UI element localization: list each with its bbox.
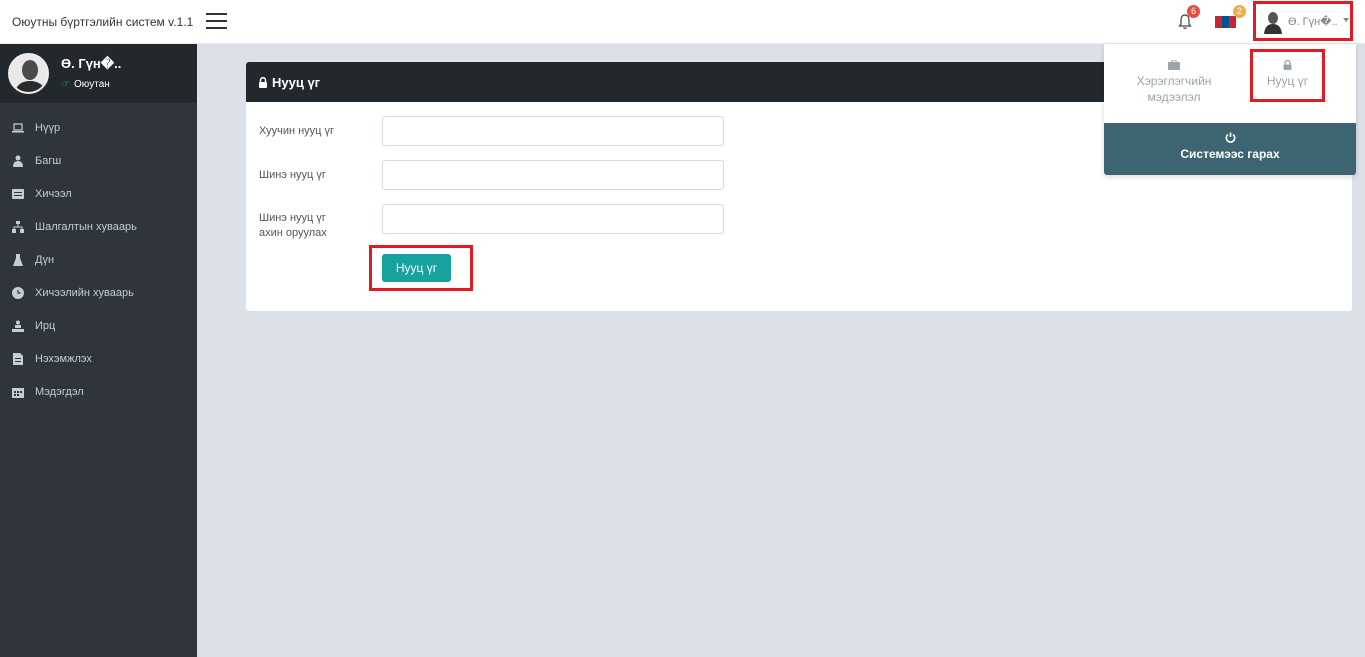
book-icon bbox=[12, 188, 24, 199]
sidebar-item-teacher[interactable]: Багш bbox=[0, 144, 197, 177]
sidebar-item-label: Нэхэмжлэх bbox=[35, 352, 92, 365]
sidebar-item-exam-schedule[interactable]: Шалгалтын хуваарь bbox=[0, 210, 197, 243]
lock-icon bbox=[258, 76, 268, 88]
user-menu-toggle[interactable]: Ө. Гүн�.. bbox=[1253, 1, 1353, 41]
laptop-icon bbox=[12, 122, 24, 133]
sidebar-item-label: Ирц bbox=[35, 319, 56, 332]
top-navbar: Оюутны бүртгэлийн систем v.1.1 6 2 Ө. Гү… bbox=[0, 0, 1365, 44]
user-info-menu-item[interactable]: Хэрэглэгчийн мэдээлэл bbox=[1122, 60, 1226, 105]
sidebar-item-label: Дүн bbox=[35, 253, 55, 266]
profile-role: ☞ Оюутан bbox=[61, 79, 110, 90]
confirm-password-input[interactable] bbox=[382, 204, 724, 234]
sidebar-item-class-schedule[interactable]: Хичээлийн хуваарь bbox=[0, 276, 197, 309]
user-avatar bbox=[1264, 12, 1282, 34]
attendance-icon bbox=[12, 320, 24, 332]
sidebar-item-course[interactable]: Хичээл bbox=[0, 177, 197, 210]
sitemap-icon bbox=[12, 220, 24, 233]
sidebar-item-label: Хичээлийн хуваарь bbox=[35, 286, 134, 299]
sidebar-item-label: Багш bbox=[35, 154, 62, 167]
briefcase-icon bbox=[1168, 60, 1180, 70]
confirm-password-label: Шинэ нууц үг ахин оруулах bbox=[259, 212, 327, 239]
card-title: Нууц үг bbox=[272, 74, 321, 90]
logout-label: Системээс гарах bbox=[1180, 147, 1280, 161]
profile-role-label: Оюутан bbox=[73, 79, 110, 90]
user-info-label: Хэрэглэгчийн мэдээлэл bbox=[1136, 74, 1212, 104]
sidebar: Ө. Гүн�.. ☞ Оюутан Нүүр Багш Хичээл Шалг… bbox=[0, 44, 197, 657]
avatar bbox=[8, 53, 49, 94]
user-dropdown-menu: Хэрэглэгчийн мэдээлэл Нууц үг Системээс … bbox=[1104, 44, 1356, 175]
invoice-icon bbox=[12, 352, 24, 365]
password-menu-label: Нууц үг bbox=[1266, 74, 1309, 88]
hand-point-icon: ☞ bbox=[61, 79, 70, 90]
submit-highlight-frame: Нууц үг bbox=[369, 245, 473, 291]
language-count-badge: 2 bbox=[1233, 5, 1246, 18]
password-menu-item[interactable]: Нууц үг bbox=[1253, 60, 1322, 89]
password-highlight-frame: Нууц үг bbox=[1250, 49, 1325, 102]
notification-count-badge: 6 bbox=[1187, 5, 1200, 18]
user-name: Ө. Гүн�.. bbox=[1288, 16, 1338, 28]
teacher-icon bbox=[12, 155, 24, 167]
hamburger-icon[interactable] bbox=[206, 13, 227, 30]
sidebar-item-home[interactable]: Нүүр bbox=[0, 111, 197, 144]
sidebar-item-grades[interactable]: Дүн bbox=[0, 243, 197, 276]
sidebar-item-invoice[interactable]: Нэхэмжлэх bbox=[0, 342, 197, 375]
sidebar-item-attendance[interactable]: Ирц bbox=[0, 309, 197, 342]
old-password-input[interactable] bbox=[382, 116, 724, 146]
sidebar-item-label: Мэдэгдэл bbox=[35, 385, 84, 398]
app-title: Оюутны бүртгэлийн систем v.1.1 bbox=[12, 15, 194, 29]
sidebar-item-label: Шалгалтын хуваарь bbox=[35, 220, 137, 233]
sidebar-item-label: Нүүр bbox=[35, 121, 61, 134]
sidebar-profile: Ө. Гүн�.. ☞ Оюутан bbox=[0, 44, 197, 103]
lock-icon bbox=[1283, 60, 1292, 70]
mongolia-flag-icon[interactable] bbox=[1215, 16, 1236, 28]
new-password-label: Шинэ нууц үг bbox=[259, 169, 326, 181]
flask-icon bbox=[12, 253, 24, 266]
new-password-input[interactable] bbox=[382, 160, 724, 190]
caret-down-icon bbox=[1343, 18, 1349, 22]
old-password-label: Хуучин нууц үг bbox=[259, 125, 335, 137]
sidebar-item-notice[interactable]: Мэдэгдэл bbox=[0, 375, 197, 408]
sidebar-menu: Нүүр Багш Хичээл Шалгалтын хуваарь Дүн Х… bbox=[0, 103, 197, 408]
clock-icon bbox=[12, 286, 24, 299]
change-password-button[interactable]: Нууц үг bbox=[382, 254, 451, 282]
logout-button[interactable]: Системээс гарах bbox=[1104, 123, 1356, 175]
power-icon bbox=[1225, 132, 1235, 143]
profile-name: Ө. Гүн�.. bbox=[61, 56, 122, 71]
sidebar-item-label: Хичээл bbox=[35, 187, 72, 200]
calendar-icon bbox=[12, 386, 24, 398]
